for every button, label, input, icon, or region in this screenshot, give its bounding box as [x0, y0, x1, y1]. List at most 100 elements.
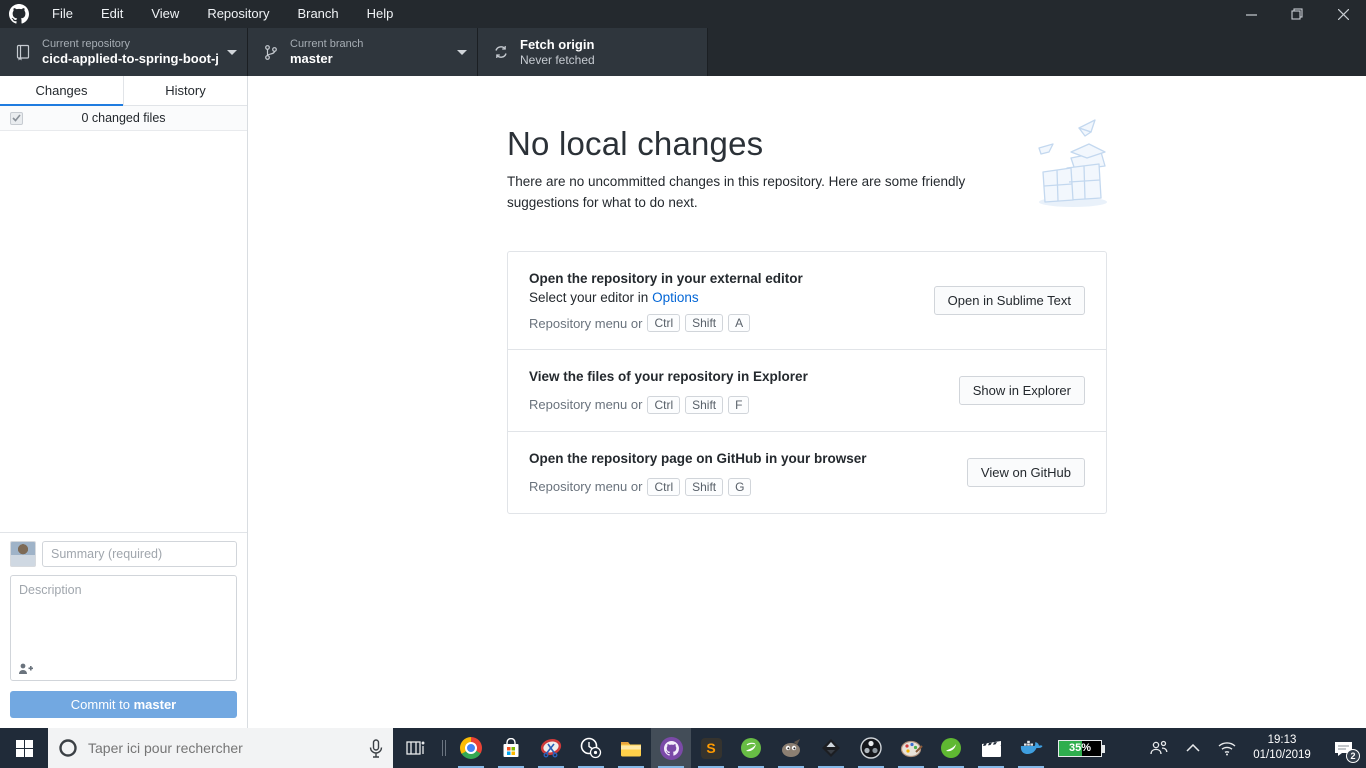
- taskbar-spring-icon[interactable]: [731, 728, 771, 768]
- taskbar-chrome-icon[interactable]: [451, 728, 491, 768]
- repo-book-icon: [10, 44, 36, 61]
- github-desktop-window: File Edit View Repository Branch Help Cu…: [0, 0, 1366, 768]
- taskbar-obs-icon[interactable]: [851, 728, 891, 768]
- taskbar-clock[interactable]: 19:13 01/10/2019: [1244, 728, 1320, 768]
- sidebar-tabs: Changes History: [0, 76, 247, 106]
- options-link[interactable]: Options: [652, 290, 699, 305]
- taskbar-battery-indicator[interactable]: 35%: [1051, 728, 1109, 768]
- windows-taskbar: S: [0, 728, 1366, 768]
- tab-history[interactable]: History: [123, 76, 247, 105]
- changed-files-count: 0 changed files: [81, 111, 166, 125]
- task-view-button[interactable]: [393, 728, 437, 768]
- taskbar-file-explorer-icon[interactable]: [611, 728, 651, 768]
- search-input[interactable]: [88, 740, 369, 756]
- key-f: F: [728, 395, 750, 414]
- repository-label: Current repository: [42, 38, 131, 50]
- taskbar-paint-icon[interactable]: [891, 728, 931, 768]
- add-coauthor-icon[interactable]: [18, 663, 33, 675]
- no-changes-illustration: [1027, 110, 1115, 210]
- taskbar-inkscape-icon[interactable]: [811, 728, 851, 768]
- branch-icon: [258, 44, 284, 61]
- taskbar-alarms-icon[interactable]: [571, 728, 611, 768]
- commit-description-input[interactable]: [11, 576, 236, 654]
- suggestion-title: Open the repository page on GitHub in yo…: [529, 450, 867, 466]
- select-all-checkbox[interactable]: [10, 111, 23, 125]
- suggestion-title: View the files of your repository in Exp…: [529, 369, 808, 385]
- taskbar-spring-tools-icon[interactable]: [931, 728, 971, 768]
- tab-changes[interactable]: Changes: [0, 76, 123, 106]
- key-a: A: [728, 314, 751, 333]
- battery-percent: 35%: [1068, 742, 1092, 754]
- taskbar-snipping-tool-icon[interactable]: [531, 728, 571, 768]
- restore-button[interactable]: [1274, 0, 1320, 28]
- taskbar-sublime-icon[interactable]: S: [691, 728, 731, 768]
- commit-summary-input[interactable]: [42, 541, 237, 567]
- key-ctrl: Ctrl: [647, 395, 681, 414]
- editor-hint-text: Select your editor in: [529, 290, 653, 306]
- suggestion-subtitle: Select your editor in Options: [529, 290, 803, 305]
- commit-form: Commit to master: [0, 532, 247, 728]
- show-hidden-icons-chevron[interactable]: [1176, 728, 1210, 768]
- taskbar-store-icon[interactable]: [491, 728, 531, 768]
- page-subtitle: There are no uncommitted changes in this…: [507, 174, 966, 210]
- changes-sidebar: Changes History 0 changed files Summary …: [0, 76, 248, 728]
- clock-date: 01/10/2019: [1253, 749, 1311, 761]
- toolbar: Current repository cicd-applied-to-sprin…: [0, 28, 1366, 76]
- menu-file[interactable]: File: [38, 0, 87, 28]
- fetch-info: Fetch origin Never fetched: [520, 37, 697, 68]
- commit-button-prefix: Commit to: [70, 697, 134, 712]
- show-in-explorer-button[interactable]: Show in Explorer: [958, 376, 1085, 406]
- suggestion-open-editor: Open the repository in your external edi…: [508, 252, 1106, 350]
- menu-edit[interactable]: Edit: [87, 0, 137, 28]
- fetch-label: Fetch origin: [520, 36, 595, 52]
- current-repository-dropdown[interactable]: Current repository cicd-applied-to-sprin…: [0, 28, 248, 76]
- current-branch-dropdown[interactable]: Current branch master: [248, 28, 478, 76]
- open-in-editor-button[interactable]: Open in Sublime Text: [933, 286, 1085, 316]
- key-shift: Shift: [685, 477, 724, 496]
- suggestion-title: Open the repository in your external edi…: [529, 270, 803, 286]
- repository-name: cicd-applied-to-spring-boot-jav...: [42, 51, 219, 66]
- windows-logo-icon: [15, 739, 33, 757]
- shortcut-hint: Repository menu or: [529, 315, 643, 331]
- taskbar-recorder-icon[interactable]: [971, 728, 1011, 768]
- start-button[interactable]: [0, 728, 48, 768]
- chevron-down-icon: [457, 49, 467, 55]
- key-g: G: [728, 477, 752, 496]
- chevron-down-icon: [227, 49, 237, 55]
- changed-files-row: 0 changed files: [0, 106, 247, 131]
- clock-time: 19:13: [1267, 734, 1297, 747]
- file-list-empty: [0, 131, 247, 532]
- taskbar-docker-icon[interactable]: [1011, 728, 1051, 768]
- commit-button[interactable]: Commit to master: [10, 691, 237, 718]
- branch-label: Current branch: [290, 38, 364, 50]
- sync-icon: [488, 44, 514, 60]
- shortcut-hint: Repository menu or: [529, 397, 643, 413]
- commit-button-branch: master: [133, 697, 177, 712]
- key-ctrl: Ctrl: [647, 314, 681, 333]
- repository-info: Current repository cicd-applied-to-sprin…: [42, 37, 219, 67]
- taskbar-github-desktop-icon[interactable]: [651, 728, 691, 768]
- minimize-button[interactable]: [1228, 0, 1274, 28]
- notification-count-badge: 2: [1346, 749, 1360, 763]
- menu-bar: File Edit View Repository Branch Help: [0, 0, 1366, 28]
- wifi-icon[interactable]: [1210, 728, 1244, 768]
- fetch-origin-button[interactable]: Fetch origin Never fetched: [478, 28, 708, 76]
- view-on-github-button[interactable]: View on GitHub: [966, 457, 1085, 487]
- microphone-icon[interactable]: [369, 738, 383, 758]
- menu-view[interactable]: View: [137, 0, 193, 28]
- taskbar-search[interactable]: [48, 728, 393, 768]
- suggestion-view-github: Open the repository page on GitHub in yo…: [508, 430, 1106, 513]
- taskbar-gimp-icon[interactable]: [771, 728, 811, 768]
- people-icon[interactable]: [1142, 728, 1176, 768]
- action-center-button[interactable]: 2: [1320, 728, 1366, 768]
- suggestion-show-explorer: View the files of your repository in Exp…: [508, 349, 1106, 431]
- menu-branch[interactable]: Branch: [283, 0, 352, 28]
- window-controls: [1228, 0, 1366, 28]
- close-button[interactable]: [1320, 0, 1366, 28]
- menu-help[interactable]: Help: [353, 0, 408, 28]
- menu-repository[interactable]: Repository: [193, 0, 283, 28]
- page-title: No local changes: [507, 125, 764, 162]
- github-logo-icon: [0, 4, 38, 24]
- branch-info: Current branch master: [290, 37, 449, 67]
- branch-name: master: [290, 51, 333, 66]
